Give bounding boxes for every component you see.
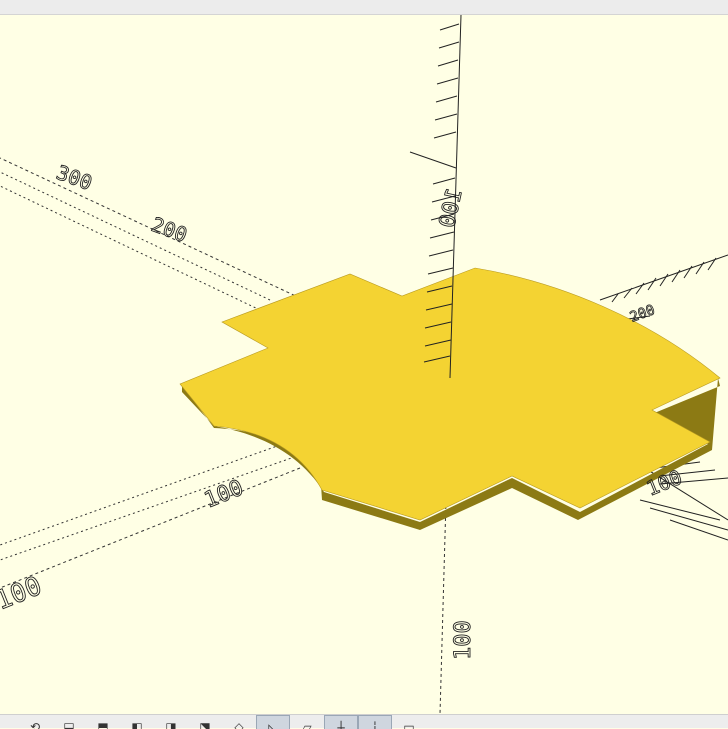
window-top-strip bbox=[0, 0, 728, 15]
axis-label-x-neg-100-lower: 100 bbox=[0, 571, 46, 616]
axis-label-x-neg-200: 200 bbox=[148, 212, 190, 247]
view-bottom-button[interactable]: ⬒ bbox=[86, 715, 120, 729]
axis-label-x-neg-300: 300 bbox=[53, 160, 95, 195]
show-edges-button[interactable]: ▭ bbox=[392, 715, 426, 729]
view-front-button[interactable]: ⬔ bbox=[188, 715, 222, 729]
y-neg-ticks bbox=[0, 171, 271, 311]
view-left-button[interactable]: ◧ bbox=[120, 715, 154, 729]
view-back-button[interactable]: ◇ bbox=[222, 715, 256, 729]
perspective-button[interactable]: ◺ bbox=[256, 715, 290, 729]
viewport-canvas[interactable]: 100 300 200 100 100 100 200 100 bbox=[0, 15, 728, 714]
show-axes-button[interactable]: ┼ bbox=[324, 715, 358, 729]
axis-label-y-pos-200: 200 bbox=[628, 302, 657, 326]
x-neg-ticks bbox=[0, 444, 301, 561]
axis-label-z-pos-100: 100 bbox=[435, 186, 468, 230]
3d-viewport[interactable]: 100 300 200 100 100 100 200 100 bbox=[0, 15, 728, 714]
axis-label-z-neg-100: 100 bbox=[451, 620, 476, 660]
reset-view-button[interactable]: ⟲ bbox=[18, 715, 52, 729]
z-axis-negative bbox=[439, 499, 447, 714]
x-axis-negative bbox=[0, 467, 301, 589]
orthogonal-button[interactable]: ▱ bbox=[290, 715, 324, 729]
view-top-button[interactable]: ⬓ bbox=[52, 715, 86, 729]
view-toolbar: ⟲ ⬓ ⬒ ◧ ◨ ⬔ ◇ ◺ ▱ ┼ ┆ ▭ bbox=[0, 714, 728, 729]
axis-label-y-neg-100: 100 bbox=[201, 475, 247, 513]
show-scale-button[interactable]: ┆ bbox=[358, 715, 392, 729]
view-right-button[interactable]: ◨ bbox=[154, 715, 188, 729]
y-axis-positive bbox=[599, 254, 728, 301]
